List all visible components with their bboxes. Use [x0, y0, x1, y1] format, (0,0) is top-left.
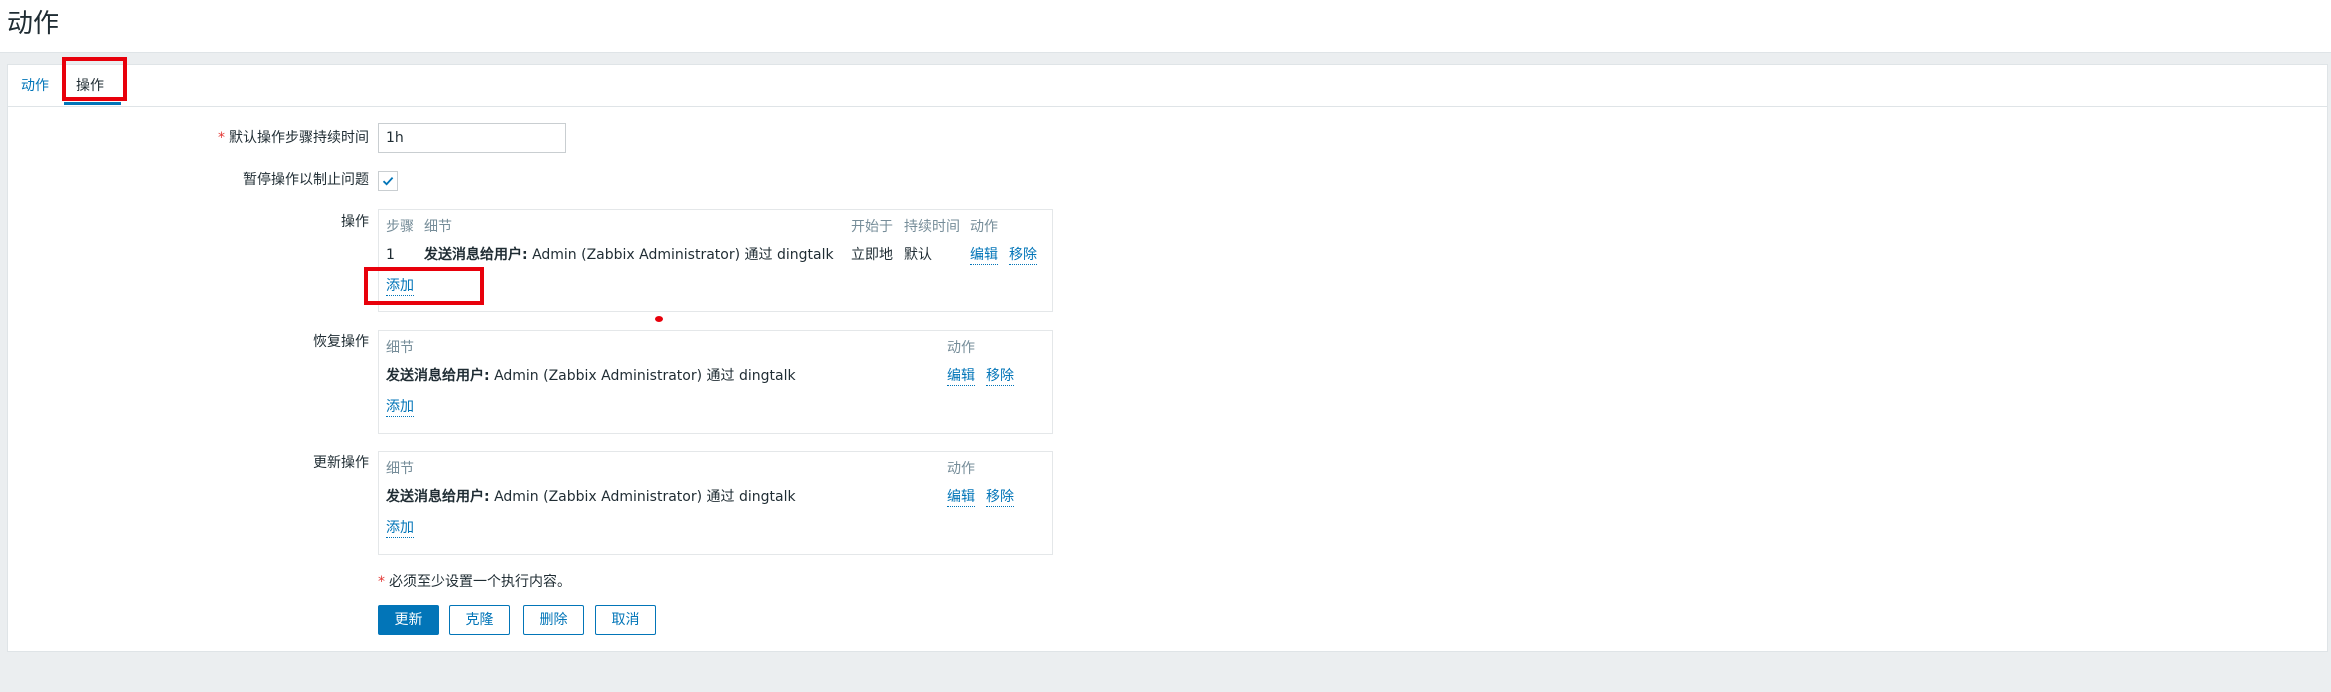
- update-edit-link[interactable]: 编辑: [947, 488, 975, 507]
- update-button[interactable]: 更新: [378, 605, 439, 635]
- page-title: 动作: [7, 9, 60, 39]
- update-operations-table: 细节 动作 发送消息给用户: Admin (Zabbix Administrat…: [378, 451, 1053, 555]
- operation-start-in: 立即地: [851, 247, 893, 263]
- pause-operations-checkbox[interactable]: [378, 171, 398, 191]
- delete-button[interactable]: 删除: [523, 605, 584, 635]
- recovery-operations-table: 细节 动作 发送消息给用户: Admin (Zabbix Administrat…: [378, 330, 1053, 434]
- required-footnote: * 必须至少设置一个执行内容。: [378, 573, 571, 591]
- cancel-button[interactable]: 取消: [595, 605, 656, 635]
- content-card: 动作 操作 *默认操作步骤持续时间 暂停操作以制止问题 操作 步骤 细节 开始于…: [7, 57, 2328, 652]
- update-operations-label: 更新操作: [313, 455, 369, 471]
- operation-remove-link[interactable]: 移除: [1009, 246, 1037, 265]
- update-remove-link[interactable]: 移除: [986, 488, 1014, 507]
- col-header-action: 动作: [947, 340, 975, 356]
- recovery-edit-link[interactable]: 编辑: [947, 367, 975, 386]
- recovery-detail-text: Admin (Zabbix Administrator) 通过 dingtalk: [494, 368, 796, 384]
- operations-label: 操作: [341, 214, 369, 230]
- col-header-action: 动作: [947, 461, 975, 477]
- col-header-details: 细节: [424, 219, 452, 235]
- col-header-details: 细节: [386, 340, 414, 356]
- operation-detail-title: 发送消息给用户:: [424, 247, 528, 263]
- recovery-operation-detail: 发送消息给用户: Admin (Zabbix Administrator) 通过…: [386, 367, 796, 385]
- required-asterisk: *: [378, 574, 385, 590]
- recovery-operations-label: 恢复操作: [313, 334, 369, 350]
- operation-detail-text: Admin (Zabbix Administrator) 通过 dingtalk: [532, 247, 834, 263]
- page-header: 动作: [0, 0, 2331, 53]
- update-operation-detail: 发送消息给用户: Admin (Zabbix Administrator) 通过…: [386, 488, 796, 506]
- col-header-step: 步骤: [386, 219, 414, 235]
- pause-operations-label: 暂停操作以制止问题: [243, 172, 369, 188]
- clone-button[interactable]: 克隆: [449, 605, 510, 635]
- operation-detail: 发送消息给用户: Admin (Zabbix Administrator) 通过…: [424, 246, 834, 264]
- operation-duration: 默认: [904, 247, 932, 263]
- col-header-details: 细节: [386, 461, 414, 477]
- col-header-start-in: 开始于: [851, 219, 893, 235]
- tab-action[interactable]: 动作: [21, 77, 49, 95]
- footnote-text: 必须至少设置一个执行内容。: [389, 574, 571, 590]
- recovery-remove-link[interactable]: 移除: [986, 367, 1014, 386]
- col-header-duration: 持续时间: [904, 219, 960, 235]
- checkmark-icon: [382, 176, 394, 186]
- update-detail-title: 发送消息给用户:: [386, 489, 490, 505]
- operation-edit-link[interactable]: 编辑: [970, 246, 998, 265]
- recovery-detail-title: 发送消息给用户:: [386, 368, 490, 384]
- update-add-link[interactable]: 添加: [386, 519, 414, 538]
- active-tab-indicator: [64, 102, 121, 105]
- tab-bar: 动作 操作: [8, 65, 2327, 107]
- recovery-add-link[interactable]: 添加: [386, 398, 414, 417]
- red-marker-dot: [655, 316, 663, 322]
- operation-step: 1: [386, 247, 395, 263]
- col-header-action: 动作: [970, 219, 998, 235]
- default-step-duration-label: * 默认操作步骤持续时间: [218, 130, 369, 146]
- default-step-duration-input[interactable]: [378, 123, 566, 153]
- highlight-box-tab: [62, 57, 127, 101]
- required-asterisk: *: [218, 130, 225, 146]
- update-detail-text: Admin (Zabbix Administrator) 通过 dingtalk: [494, 489, 796, 505]
- highlight-box-add: [364, 267, 484, 305]
